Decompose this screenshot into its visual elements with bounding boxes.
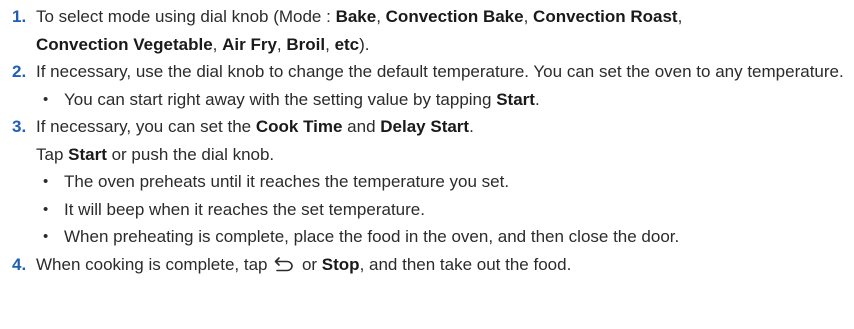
bullet-item: • When preheating is complete, place the… [8, 223, 846, 251]
bullet-text-end: . [534, 89, 540, 109]
bullet-text: You can start right away with the settin… [64, 89, 497, 109]
separator: , [677, 7, 683, 26]
separator: , [325, 34, 335, 54]
bullet-icon: • [43, 200, 49, 218]
start-label: Start [68, 144, 107, 164]
bullet-item: • It will beep when it reaches the set t… [8, 196, 846, 224]
step-text: If necessary, use the dial knob to chang… [36, 62, 844, 81]
separator: , [276, 34, 287, 54]
bullet-icon: • [43, 173, 49, 190]
step-2: 2. If necessary, use the dial knob to ch… [8, 58, 846, 86]
mode-convection-vegetable: Convection Vegetable [36, 34, 213, 54]
separator: , [376, 7, 386, 26]
separator: , [523, 7, 534, 26]
mode-broil: Broil [286, 34, 326, 54]
bullet-text: When preheating is complete, place the f… [64, 227, 680, 246]
step-1: 1. To select mode using dial knob (Mode … [8, 3, 846, 58]
step-text: When cooking is complete, tap [36, 254, 273, 274]
mode-bake: Bake [335, 7, 377, 26]
step-number: 1. [12, 7, 27, 26]
delay-start-label: Delay Start [380, 117, 470, 136]
separator: , [212, 34, 223, 54]
step-text: or push the dial knob. [106, 144, 275, 164]
step-number: 4. [12, 254, 27, 274]
mode-etc: etc [334, 34, 360, 54]
start-label: Start [496, 89, 535, 109]
bullet-text: The oven preheats until it reaches the t… [64, 172, 510, 191]
bullet-icon: • [43, 228, 49, 245]
bullet-item: • You can start right away with the sett… [8, 86, 846, 114]
step-text: Tap [36, 144, 69, 164]
mode-air-fry: Air Fry [222, 34, 277, 54]
instruction-list: 1. To select mode using dial knob (Mode … [0, 0, 854, 329]
step-text: To select mode using dial knob (Mode : [36, 7, 336, 26]
bullet-icon: • [43, 90, 49, 108]
step-text: or [297, 254, 322, 274]
back-arrow-icon [274, 254, 294, 271]
step-text-end: , and then take out the food. [359, 254, 572, 274]
step-text: and [342, 117, 381, 136]
stop-label: Stop [321, 254, 360, 274]
step-4: 4. When cooking is complete, tap or Stop… [8, 251, 846, 279]
mode-convection-roast: Convection Roast [533, 7, 678, 26]
step-3: 3. If necessary, you can set the Cook Ti… [8, 113, 846, 168]
bullet-item: • The oven preheats until it reaches the… [8, 168, 846, 196]
step-text-end: ). [359, 34, 370, 54]
cook-time-label: Cook Time [255, 117, 343, 136]
step-text: If necessary, you can set the [36, 117, 256, 136]
mode-convection-bake: Convection Bake [385, 7, 524, 26]
step-number: 2. [12, 62, 27, 81]
bullet-text: It will beep when it reaches the set tem… [64, 199, 425, 219]
step-number: 3. [12, 117, 27, 136]
step-text-end: . [469, 117, 474, 136]
